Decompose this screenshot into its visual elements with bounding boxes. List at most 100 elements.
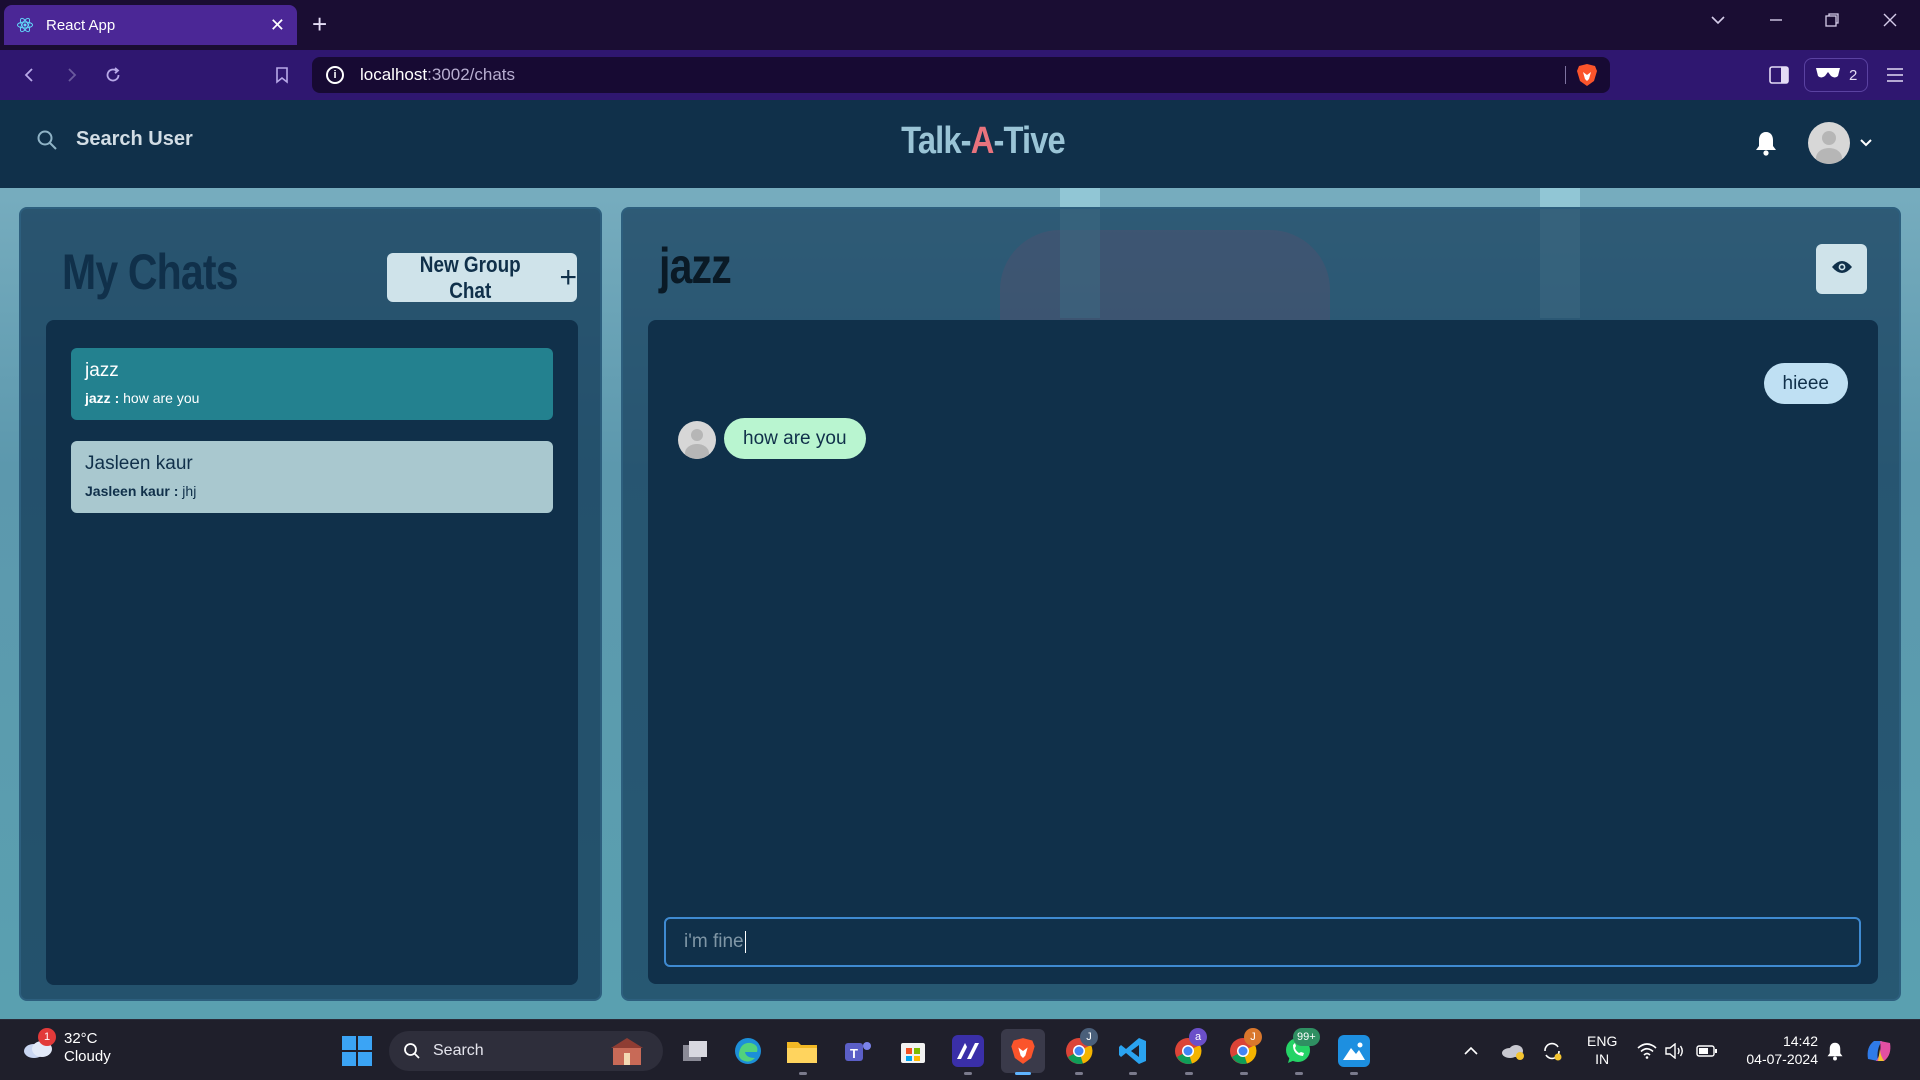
- browser-address-bar: i localhost :3002/chats 2: [0, 50, 1920, 100]
- search-icon: [403, 1042, 421, 1060]
- chrome-profile-badge: a: [1189, 1028, 1207, 1046]
- message-input[interactable]: i'm fine: [664, 917, 1861, 967]
- close-window-icon[interactable]: [1882, 12, 1898, 33]
- chat-item-message: how are you: [123, 390, 200, 406]
- weather-temp: 32°C: [64, 1030, 98, 1047]
- running-indicator: [799, 1072, 807, 1075]
- message-input-value: i'm fine: [684, 931, 744, 952]
- running-indicator: [1185, 1072, 1193, 1075]
- sync-icon[interactable]: [1541, 1020, 1563, 1080]
- new-group-chat-label: New Group Chat: [419, 251, 521, 303]
- site-info-icon[interactable]: i: [326, 66, 344, 84]
- brand-text-left: Talk-: [901, 120, 971, 162]
- chat-item-name: Jasleen kaur: [85, 453, 193, 474]
- brave-shield-icon[interactable]: [1576, 63, 1598, 92]
- sidebar-toggle-icon[interactable]: [1767, 63, 1791, 87]
- browser-tab[interactable]: React App ✕: [4, 5, 297, 45]
- chat-list-item[interactable]: jazz jazz : how are you: [71, 348, 553, 420]
- chat-item-sender: Jasleen kaur: [85, 483, 170, 499]
- wifi-icon[interactable]: [1637, 1020, 1657, 1080]
- visual-studio-app-icon[interactable]: [952, 1035, 984, 1067]
- chat-item-name: jazz: [85, 360, 119, 381]
- notification-bell-icon[interactable]: [1754, 130, 1778, 161]
- running-indicator: [1075, 1072, 1083, 1075]
- reload-icon[interactable]: [101, 63, 125, 87]
- language-indicator[interactable]: ENG IN: [1587, 1032, 1617, 1068]
- onedrive-icon[interactable]: [1500, 1020, 1526, 1080]
- my-chats-panel: My Chats New Group Chat + jazz jazz : ho…: [19, 207, 602, 1001]
- glasses-icon: [1815, 66, 1841, 84]
- vscode-icon[interactable]: [1117, 1035, 1149, 1067]
- taskbar-search[interactable]: Search: [389, 1031, 663, 1071]
- close-tab-icon[interactable]: ✕: [270, 15, 285, 36]
- extensions-button[interactable]: 2: [1804, 58, 1869, 92]
- chat-item-last-message: Jasleen kaur : jhj: [85, 483, 539, 499]
- running-indicator: [1129, 1072, 1137, 1075]
- tab-title: React App: [46, 16, 116, 34]
- microsoft-store-icon[interactable]: [897, 1035, 929, 1067]
- back-icon[interactable]: [18, 63, 42, 87]
- whatsapp-unread-badge: 99+: [1293, 1028, 1320, 1046]
- tab-search-chevron-icon[interactable]: [1710, 12, 1726, 33]
- search-highlight-icon: [605, 1035, 649, 1072]
- url-separator: [1565, 66, 1566, 84]
- brand-text-right: -Tive: [993, 120, 1065, 162]
- received-message-bubble: how are you: [724, 418, 866, 459]
- chat-list-item[interactable]: Jasleen kaur Jasleen kaur : jhj: [71, 441, 553, 513]
- bookmark-icon[interactable]: [270, 63, 294, 87]
- chevron-up-icon[interactable]: [1463, 1020, 1479, 1080]
- new-tab-icon[interactable]: +: [312, 10, 327, 38]
- sent-message-bubble: hieee: [1763, 363, 1848, 404]
- chat-item-message: jhj: [182, 483, 197, 499]
- running-indicator: [1350, 1072, 1358, 1075]
- weather-desc: Cloudy: [64, 1048, 111, 1065]
- chat-list: jazz jazz : how are you Jasleen kaur Jas…: [46, 320, 578, 985]
- svg-text:T: T: [850, 1046, 858, 1061]
- chat-box-panel: jazz hieee how are you i'm fine: [621, 207, 1901, 1001]
- minimize-icon[interactable]: [1768, 12, 1784, 33]
- restore-icon[interactable]: [1824, 12, 1840, 33]
- messages-area: hieee how are you i'm fine: [648, 320, 1878, 984]
- brand-text-accent: A: [970, 120, 995, 162]
- url-host: localhost: [360, 65, 428, 84]
- battery-icon[interactable]: [1696, 1020, 1718, 1080]
- volume-icon[interactable]: [1665, 1020, 1685, 1080]
- app-logo: Talk-A-Tive: [138, 120, 1829, 163]
- url-path: :3002/chats: [427, 65, 516, 84]
- eye-icon: [1831, 259, 1853, 280]
- chrome-profile-badge: J: [1080, 1028, 1098, 1046]
- edge-icon[interactable]: [732, 1035, 764, 1067]
- chat-item-sender: jazz: [85, 390, 111, 406]
- copilot-icon[interactable]: [1864, 1020, 1894, 1080]
- task-view-icon[interactable]: [679, 1035, 711, 1067]
- windows-start-icon[interactable]: [342, 1036, 372, 1066]
- taskbar-search-label: Search: [433, 1042, 484, 1059]
- menu-icon[interactable]: [1883, 63, 1907, 87]
- clock-date: 04-07-2024: [1746, 1051, 1818, 1067]
- chat-item-separator: :: [110, 390, 124, 406]
- windows-taskbar: 1 32°C Cloudy Search T J a J 99+ ENG IN …: [0, 1019, 1920, 1080]
- my-chats-title: My Chats: [62, 244, 239, 300]
- weather-widget[interactable]: 1 32°C Cloudy: [22, 1028, 111, 1066]
- clock[interactable]: 14:42 04-07-2024: [1738, 1032, 1818, 1068]
- new-group-chat-button[interactable]: New Group Chat +: [387, 251, 577, 303]
- notification-center-icon[interactable]: [1826, 1020, 1844, 1080]
- chat-title: jazz: [659, 238, 732, 294]
- weather-alert-badge: 1: [38, 1028, 56, 1046]
- view-profile-button[interactable]: [1816, 244, 1867, 294]
- cloud-icon: 1: [22, 1028, 56, 1060]
- forward-icon[interactable]: [59, 63, 83, 87]
- file-explorer-icon[interactable]: [786, 1035, 818, 1067]
- photos-icon[interactable]: [1338, 1035, 1370, 1067]
- teams-icon[interactable]: T: [842, 1035, 874, 1067]
- brave-browser-icon[interactable]: [1001, 1029, 1045, 1073]
- profile-menu-button[interactable]: [1808, 122, 1872, 164]
- extensions-count: 2: [1849, 66, 1858, 84]
- plus-icon: +: [559, 260, 577, 294]
- sender-avatar: [678, 421, 716, 459]
- react-icon: [16, 16, 34, 34]
- chat-item-last-message: jazz : how are you: [85, 390, 539, 406]
- app-root: Search User Talk-A-Tive My Chats New Gro…: [0, 100, 1920, 1019]
- url-field[interactable]: i localhost :3002/chats: [312, 57, 1610, 93]
- region-code: IN: [1595, 1051, 1610, 1067]
